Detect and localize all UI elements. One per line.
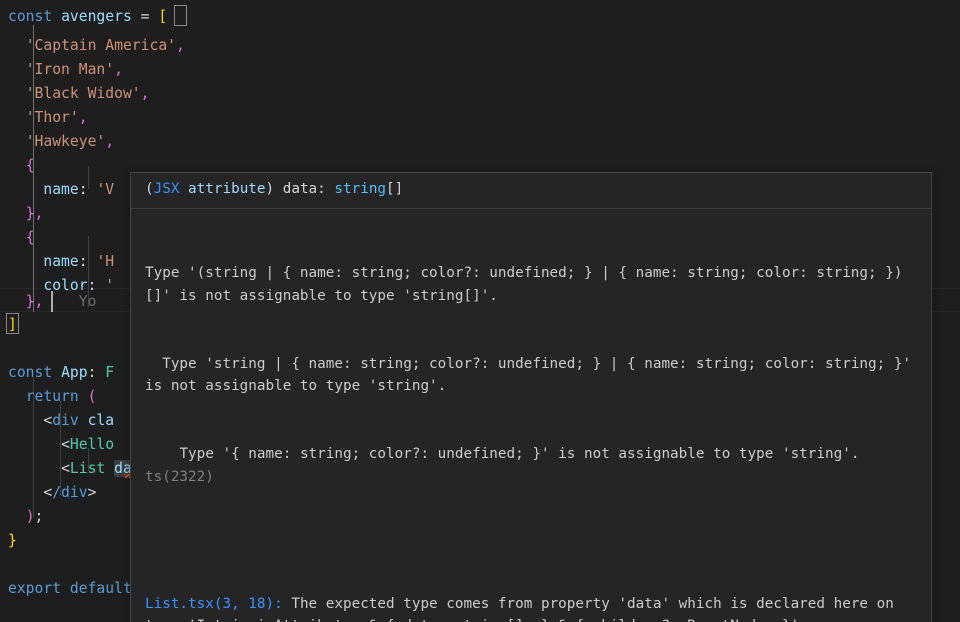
hover-error-paragraph-3-text: Type '{ name: string; color?: undefined;…: [145, 446, 868, 462]
hover-type-brackets: []: [386, 181, 403, 197]
code-line[interactable]: 'Hawkeye',: [0, 130, 960, 154]
hover-error-paragraph-3: Type '{ name: string; color?: undefined;…: [145, 443, 917, 488]
token-equals: =: [141, 8, 150, 25]
token-property-name: name: [43, 253, 78, 270]
code-line[interactable]: 'Black Widow',: [0, 82, 960, 106]
hover-paren-close: ): [266, 181, 283, 197]
hover-related-file-link[interactable]: List.tsx(3, 18):: [145, 596, 283, 612]
token-keyword-default: default: [70, 580, 132, 597]
hover-jsx-label: JSX: [154, 181, 180, 197]
token-string: 'Hawkeye': [26, 133, 106, 150]
token-paren-close: ): [26, 508, 35, 525]
token-comma: ,: [105, 133, 114, 150]
token-keyword-export: export: [8, 580, 61, 597]
token-tag-div-close: /div: [52, 484, 87, 501]
token-gt: >: [88, 484, 97, 501]
token-type-F: F: [105, 364, 114, 381]
code-line[interactable]: 'Iron Man',: [0, 58, 960, 82]
token-semi: ;: [35, 508, 44, 525]
code-line[interactable]: 'Thor',: [0, 106, 960, 130]
token-brace-close: }: [26, 205, 35, 222]
token-comma: ,: [141, 85, 150, 102]
token-brace-close: }: [8, 532, 17, 549]
token-tag-List: List: [70, 460, 105, 477]
token-bracket-open: [: [158, 8, 167, 25]
hover-attribute-label: attribute: [179, 181, 265, 197]
token-keyword-const: const: [8, 8, 52, 25]
hover-tooltip-header: (JSX attribute) data: string[]: [131, 173, 931, 209]
token-comma: ,: [176, 37, 185, 54]
code-line[interactable]: const avengers = [: [0, 5, 960, 29]
text-cursor: [51, 291, 53, 312]
token-brace-close: }: [26, 293, 35, 310]
token-brace-open: {: [26, 157, 35, 174]
token-colon: :: [79, 181, 88, 198]
token-tag-div: div: [52, 412, 79, 429]
hover-related-info: List.tsx(3, 18): The expected type comes…: [145, 593, 917, 622]
token-comma: ,: [114, 61, 123, 78]
token-string: 'Thor': [26, 109, 79, 126]
token-comma: ,: [35, 205, 44, 222]
token-lt: <: [61, 460, 70, 477]
hover-type-name: string: [334, 181, 386, 197]
token-keyword-return: return: [26, 388, 79, 405]
hover-spacer: [145, 533, 917, 547]
token-string: 'Iron Man': [26, 61, 114, 78]
token-comma: ,: [79, 109, 88, 126]
token-brace-open: {: [26, 229, 35, 246]
code-editor[interactable]: const avengers = [ 'Captain America', 'I…: [0, 0, 960, 622]
token-string: 'H: [96, 253, 114, 270]
hover-error-code: ts(2322): [145, 469, 214, 485]
hover-prop-name: data:: [283, 181, 335, 197]
token-lt: <: [43, 484, 52, 501]
token-string: 'Black Widow': [26, 85, 141, 102]
token-paren-open: (: [88, 388, 97, 405]
token-identifier-avengers: avengers: [61, 8, 132, 25]
hover-tooltip-body: Type '(string | { name: string; color?: …: [131, 209, 931, 622]
token-string: 'V: [96, 181, 114, 198]
token-lt: <: [61, 436, 70, 453]
hover-error-paragraph-2: Type 'string | { name: string; color?: u…: [145, 353, 917, 398]
token-attr-cla: cla: [88, 412, 115, 429]
hover-paren-open: (: [145, 181, 154, 197]
hover-tooltip[interactable]: (JSX attribute) data: string[] Type '(st…: [130, 172, 932, 622]
token-bracket-close: ]: [8, 316, 17, 333]
token-identifier-App: App: [61, 364, 88, 381]
token-colon: :: [79, 253, 88, 270]
inline-suggestion-ghost-text: Yo: [79, 293, 97, 310]
code-line[interactable]: 'Captain America',: [0, 34, 960, 58]
token-tag-Hello: Hello: [70, 436, 114, 453]
token-keyword-const: const: [8, 364, 52, 381]
token-lt: <: [43, 412, 52, 429]
token-string: 'Captain America': [26, 37, 176, 54]
hover-error-paragraph-1: Type '(string | { name: string; color?: …: [145, 262, 917, 307]
token-property-name: name: [43, 181, 78, 198]
